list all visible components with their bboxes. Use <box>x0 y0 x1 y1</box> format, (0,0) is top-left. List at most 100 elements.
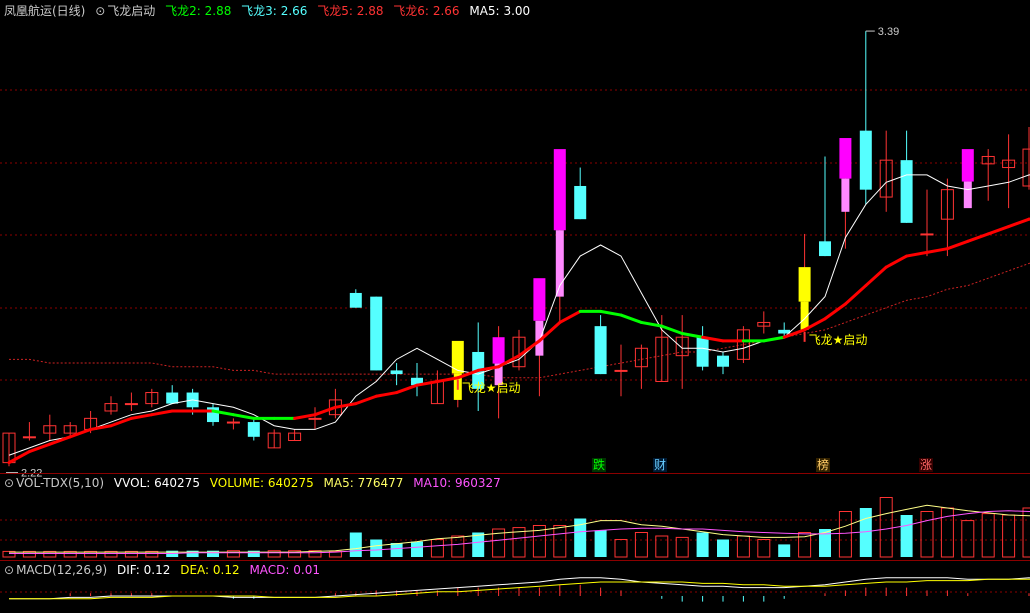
candle-up <box>920 233 934 236</box>
candle-signal-body <box>961 149 974 182</box>
feilong-line-segment <box>905 250 929 258</box>
volume-bar-down <box>696 532 709 557</box>
vol-ma10-value: MA10: 960327 <box>413 476 501 490</box>
volume-bar-down <box>717 539 729 557</box>
feilong6-value: 飞龙6: 2.66 <box>393 4 460 18</box>
feilong-line-segment <box>150 409 174 417</box>
candle-signal-lower <box>841 178 850 212</box>
feilong-line-segment <box>129 413 154 420</box>
event-marker-drop[interactable]: 跌 <box>592 458 607 472</box>
volume-bar-up <box>655 535 669 558</box>
event-marker-finance[interactable]: 财 <box>653 458 668 472</box>
volume-indicator-name[interactable]: ⊙ VOL-TDX(5,10) <box>4 476 104 490</box>
candle-signal-body <box>839 138 852 179</box>
candle-up <box>614 369 628 372</box>
candle-signal-lower <box>963 181 972 209</box>
event-marker-rise[interactable]: 涨 <box>919 458 934 472</box>
feilong-line-segment <box>48 435 72 446</box>
volume-bar-up <box>879 497 893 558</box>
macd-indicator-name[interactable]: ⊙ MACD(12,26,9) <box>4 563 107 577</box>
volume-value: VOLUME: 640275 <box>209 476 314 490</box>
feilong-line-segment <box>823 302 847 321</box>
volume-bar-down <box>411 541 423 557</box>
volume-bar-up <box>451 535 465 558</box>
indicator-name[interactable]: ⊙ 飞龙启动 <box>95 4 155 18</box>
volume-bar-up <box>981 513 995 558</box>
volume-bar-down <box>390 543 403 557</box>
volume-bar-up <box>920 511 934 558</box>
feilong3-value: 飞龙3: 2.66 <box>241 4 308 18</box>
candle-down <box>696 337 709 367</box>
stock-chart[interactable]: 3.392.22飞龙★启动飞龙★启动 <box>0 0 1030 613</box>
volume-bar-down <box>349 532 362 557</box>
dea-value: DEA: 0.12 <box>180 563 240 577</box>
volume-bar-up <box>430 539 444 558</box>
feilong-line-segment <box>313 405 337 417</box>
volume-bar-down <box>594 530 607 557</box>
feilong-line-segment <box>925 247 949 254</box>
feilong-line-segment <box>7 450 31 465</box>
volume-bar-down <box>370 539 383 557</box>
macd-panel-header: ⊙ MACD(12,26,9) DIF: 0.12 DEA: 0.12 MACD:… <box>4 561 326 579</box>
feilong-line-segment <box>354 394 378 406</box>
candle-up <box>308 417 322 420</box>
feilong-line-segment <box>395 383 419 395</box>
volume-bar-up <box>757 539 771 558</box>
candle-up <box>22 436 36 439</box>
feilong-line-segment <box>762 335 786 343</box>
volume-bar-up <box>614 539 628 558</box>
candle-up <box>226 421 240 424</box>
feilong-line-segment <box>639 320 664 328</box>
vol-ma5-value: MA5: 776477 <box>323 476 404 490</box>
ma5-value: MA5: 3.00 <box>469 4 531 18</box>
volume-bar-down <box>900 515 913 557</box>
volume-bar-up <box>961 520 975 558</box>
volume-panel-header: ⊙ VOL-TDX(5,10) VVOL: 640275 VOLUME: 6402… <box>4 474 507 492</box>
feilong-line-segment <box>558 309 582 324</box>
candle-down <box>247 422 260 437</box>
feilong-line-segment <box>293 413 317 420</box>
candle-signal-body <box>533 278 546 321</box>
feilong-line-segment <box>231 413 256 420</box>
high-price-label: 3.39 <box>878 26 899 38</box>
signal-label: 飞龙★启动 <box>809 333 868 347</box>
volume-bar-down <box>778 544 791 557</box>
feilong-line-segment <box>27 442 52 454</box>
volume-bar-up <box>1002 514 1016 558</box>
feilong5-value: 飞龙5: 2.88 <box>317 4 384 18</box>
stock-title[interactable]: 凤凰航运(日线) <box>4 4 85 18</box>
candle-down <box>594 326 607 375</box>
candle-down <box>370 296 383 371</box>
volume-bar-up <box>838 511 852 558</box>
feilong-line-segment <box>619 313 643 324</box>
feilong-line-segment <box>843 284 868 306</box>
feilong-line-segment <box>1007 217 1030 229</box>
candle-down <box>574 185 587 220</box>
candle-signal-body <box>553 149 566 231</box>
volume-bar-up <box>634 532 648 558</box>
volume-bar-up <box>736 535 750 558</box>
candle-down <box>166 392 179 404</box>
candle-down <box>900 160 913 223</box>
event-marker-ranking[interactable]: 榜 <box>816 458 831 472</box>
feilong-line-segment <box>864 265 888 288</box>
candle-down <box>390 370 403 375</box>
feilong-line-segment <box>89 424 113 431</box>
feilong2-value: 飞龙2: 2.88 <box>165 4 232 18</box>
feilong-line-segment <box>945 239 970 251</box>
candle-signal-body <box>492 337 505 364</box>
feilong-line-segment <box>680 332 705 339</box>
candle-down <box>859 130 872 190</box>
candle-signal-body <box>798 267 811 302</box>
feilong-line-segment <box>884 254 909 269</box>
price-panel-header: 凤凰航运(日线) ⊙ 飞龙启动 飞龙2: 2.88 飞龙3: 2.66 飞龙5: … <box>4 2 536 20</box>
feilong-line-segment <box>109 416 133 428</box>
volume-ma5-line <box>9 504 1030 553</box>
candle-down <box>819 241 831 257</box>
candle-down <box>717 355 729 367</box>
feilong-line-segment <box>986 225 1011 236</box>
feilong-line-segment <box>333 402 358 409</box>
candle-up <box>124 403 138 406</box>
volume-bar-up <box>553 525 567 558</box>
feilong-line-segment <box>374 391 399 398</box>
